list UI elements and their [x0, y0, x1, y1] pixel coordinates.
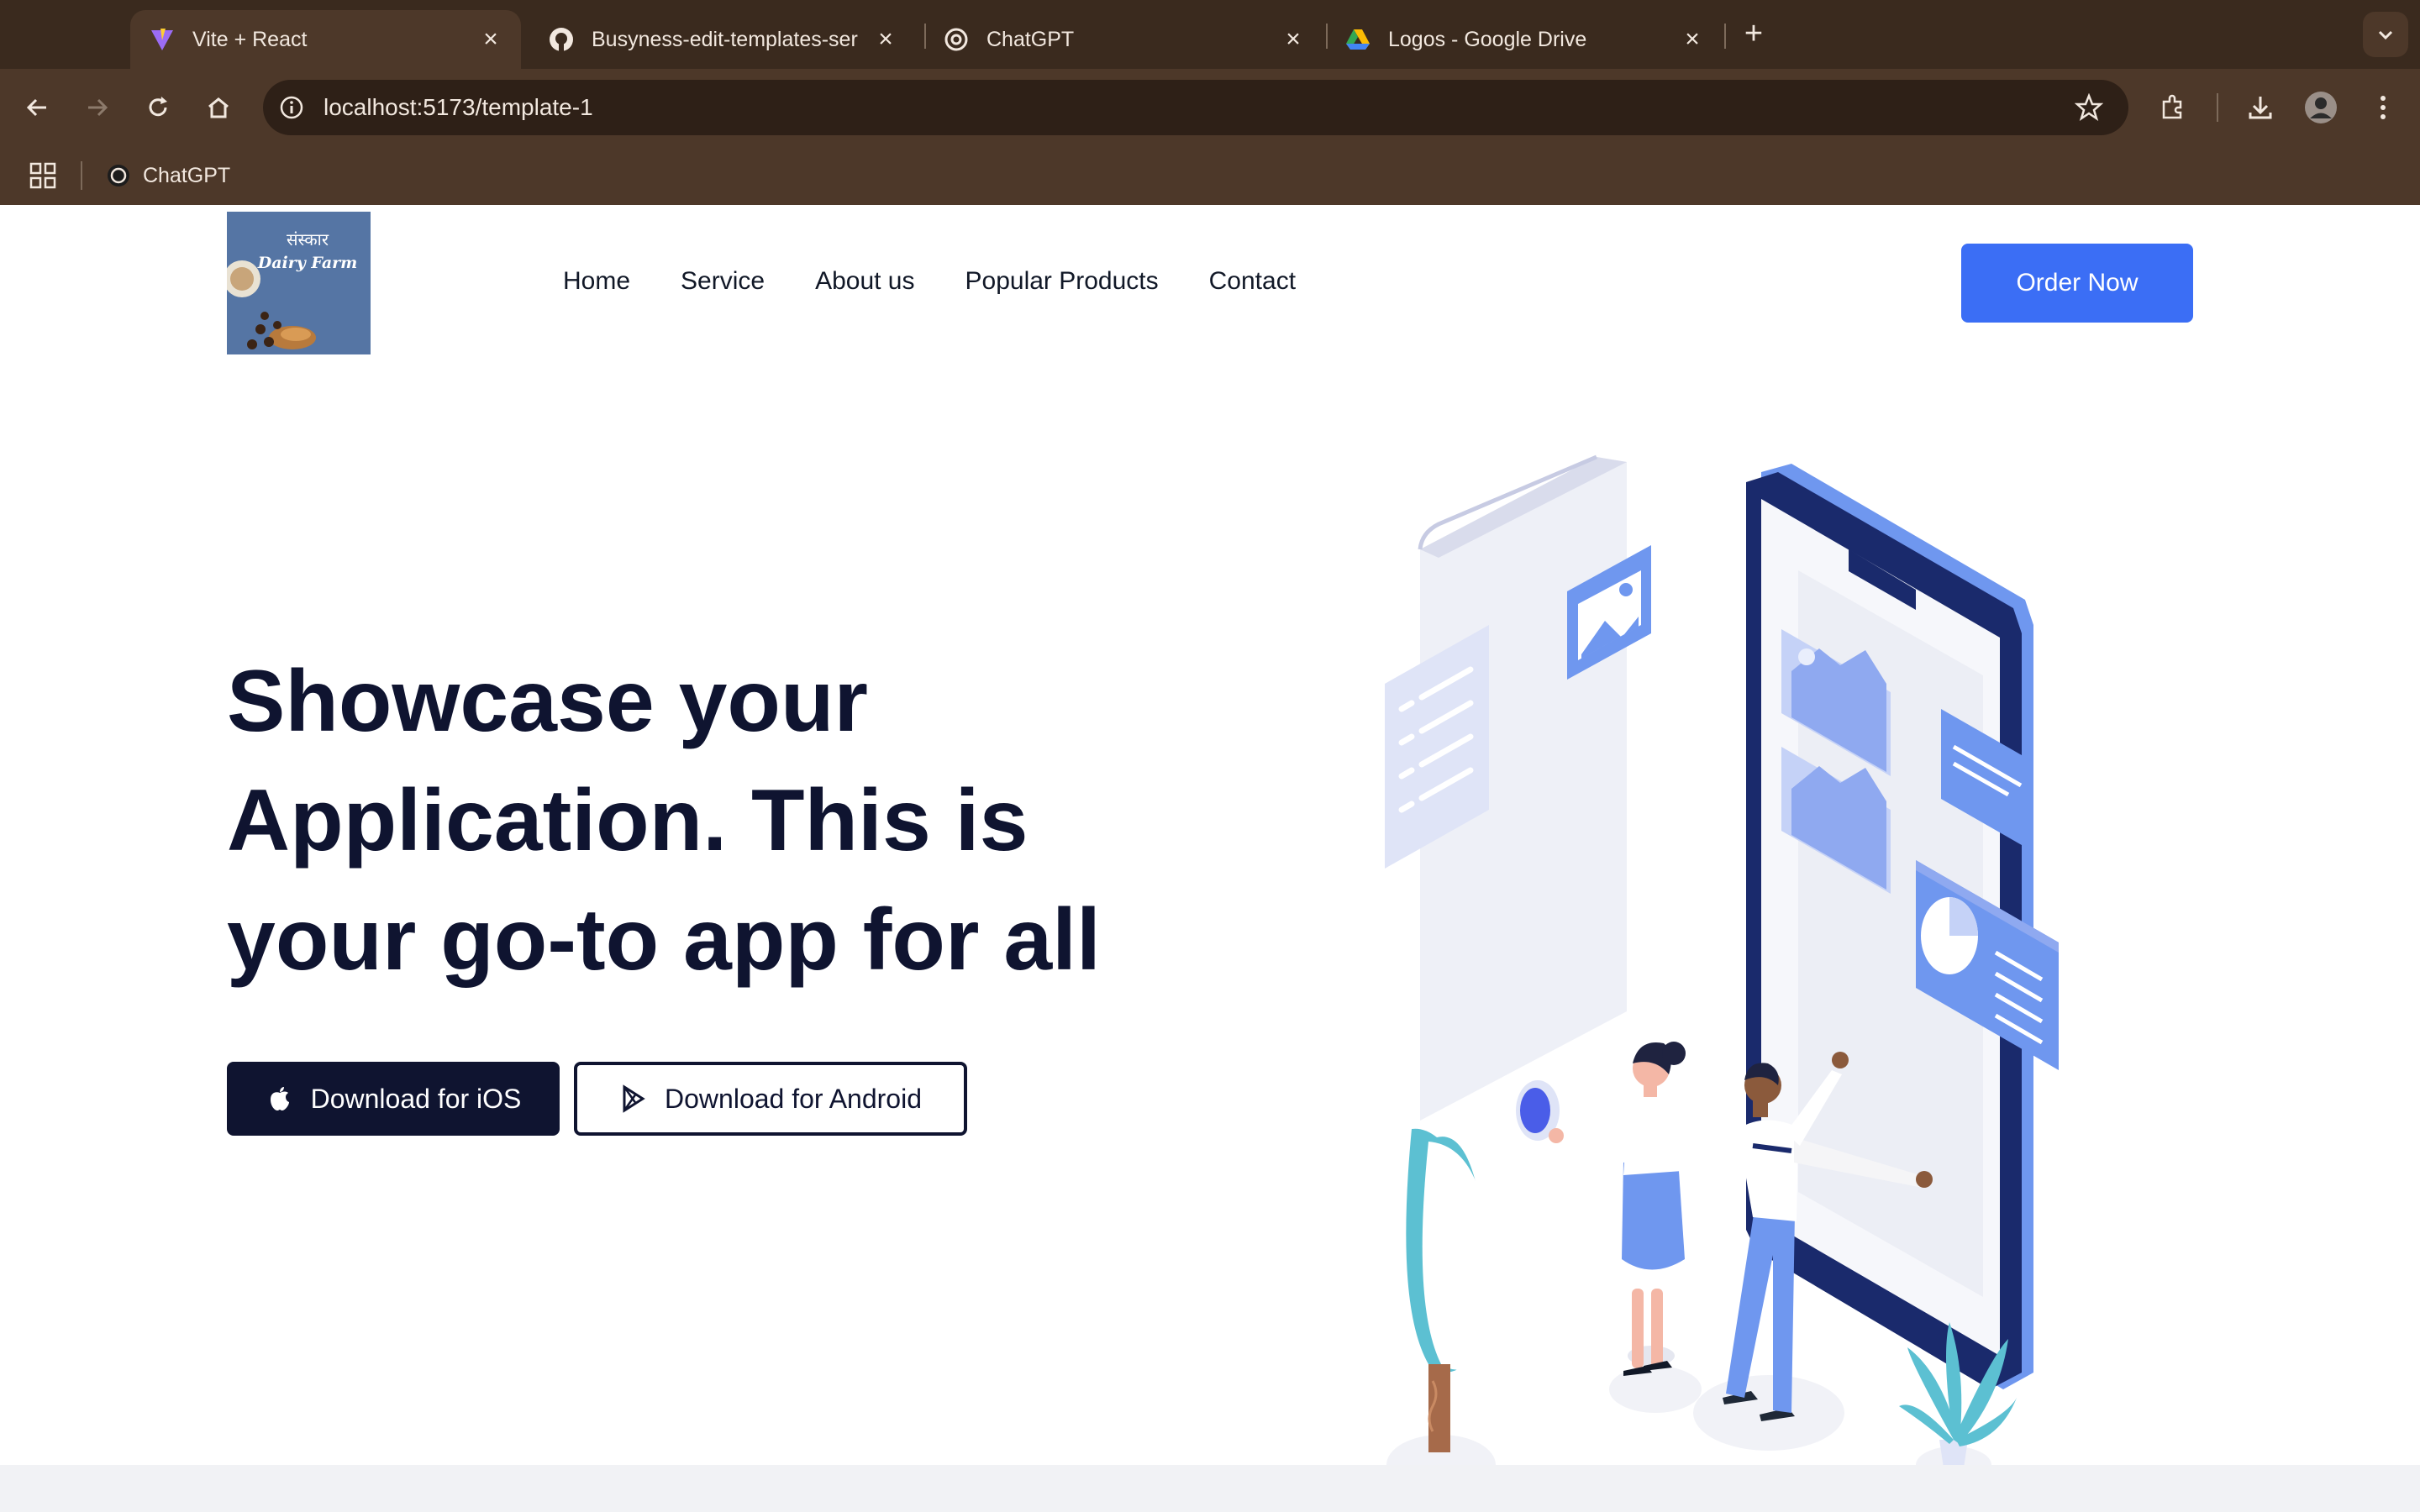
browser-menu-button[interactable] [2366, 91, 2400, 124]
nav-popular-products[interactable]: Popular Products [965, 267, 1159, 296]
main-navigation: Home Service About us Popular Products C… [563, 267, 1296, 296]
downloads-button[interactable] [2244, 91, 2277, 124]
nav-service[interactable]: Service [681, 267, 765, 296]
order-now-button[interactable]: Order Now [1961, 244, 2193, 323]
download-ios-button[interactable]: Download for iOS [227, 1062, 560, 1136]
nav-home[interactable]: Home [563, 267, 630, 296]
download-ios-label: Download for iOS [310, 1083, 522, 1114]
bookmark-star-icon[interactable] [2075, 93, 2103, 122]
url-text[interactable]: localhost:5173/template-1 [324, 94, 593, 121]
tab-separator [1724, 24, 1726, 49]
close-tab-icon[interactable]: × [1679, 25, 1706, 53]
close-tab-icon[interactable]: × [872, 25, 899, 53]
more-vertical-icon [2381, 96, 2386, 119]
tab-search-button[interactable] [2363, 12, 2408, 57]
apps-grid-icon[interactable] [29, 161, 57, 190]
download-android-button[interactable]: Download for Android [574, 1062, 967, 1136]
nav-contact[interactable]: Contact [1209, 267, 1296, 296]
reload-icon [149, 97, 167, 117]
nav-about-us[interactable]: About us [815, 267, 914, 296]
avatar [2305, 92, 2337, 123]
tab-title: Vite + React [192, 27, 308, 51]
download-android-label: Download for Android [665, 1083, 922, 1114]
site-info-icon[interactable] [278, 94, 305, 121]
github-icon [548, 26, 575, 53]
toolbar-separator [2217, 93, 2218, 122]
tab-google-drive[interactable]: Logos - Google Drive × [1326, 10, 1723, 69]
logo-text-hindi: संस्कार [287, 229, 329, 249]
bookmark-label: ChatGPT [143, 163, 231, 187]
hero-illustration [1385, 454, 2059, 1495]
reload-button[interactable] [141, 91, 175, 124]
chatgpt-icon [943, 26, 970, 53]
tab-title: ChatGPT [986, 27, 1075, 51]
chatgpt-icon [108, 165, 129, 186]
tab-vite-react[interactable]: Vite + React × [130, 10, 521, 69]
tab-title: Busyness-edit-templates-ser [592, 27, 858, 51]
bookmark-chatgpt[interactable]: ChatGPT [106, 160, 230, 192]
close-tab-icon[interactable]: × [477, 25, 504, 53]
close-tab-icon[interactable]: × [1280, 25, 1307, 53]
next-section-band [0, 1465, 2420, 1512]
google-drive-icon [1344, 26, 1371, 53]
site-logo[interactable]: संस्कार Dairy Farm [227, 212, 371, 354]
browser-tab-strip: Vite + React × Busyness-edit-templates-s… [0, 0, 2420, 69]
page-content: संस्कार Dairy Farm Home Service About us… [0, 205, 2420, 1512]
logo-text-english: Dairy Farm [257, 254, 358, 272]
extensions-button[interactable] [2156, 91, 2190, 124]
forward-button[interactable] [81, 91, 114, 124]
google-play-icon [623, 1084, 645, 1113]
home-icon [208, 97, 229, 118]
tab-chatgpt[interactable]: ChatGPT × [924, 10, 1323, 69]
tab-github[interactable]: Busyness-edit-templates-ser × [529, 10, 916, 69]
vite-icon [149, 26, 176, 53]
home-button[interactable] [202, 91, 235, 124]
new-tab-button[interactable]: + [1737, 16, 1770, 51]
profile-button[interactable] [2304, 91, 2338, 124]
arrow-left-icon [26, 98, 46, 117]
chevron-down-icon [2378, 30, 2393, 40]
bookmarks-separator [81, 161, 82, 190]
browser-toolbar: localhost:5173/template-1 [0, 69, 2420, 146]
arrow-right-icon [88, 98, 108, 117]
back-button[interactable] [20, 91, 54, 124]
apple-icon [270, 1087, 289, 1110]
puzzle-icon [2162, 94, 2182, 119]
hero-title: Showcase your Application. This is your … [227, 653, 1101, 989]
tab-title: Logos - Google Drive [1388, 27, 1587, 51]
bookmarks-bar: ChatGPT [0, 146, 2420, 205]
address-bar[interactable]: localhost:5173/template-1 [263, 80, 2128, 135]
download-icon [2249, 97, 2272, 119]
